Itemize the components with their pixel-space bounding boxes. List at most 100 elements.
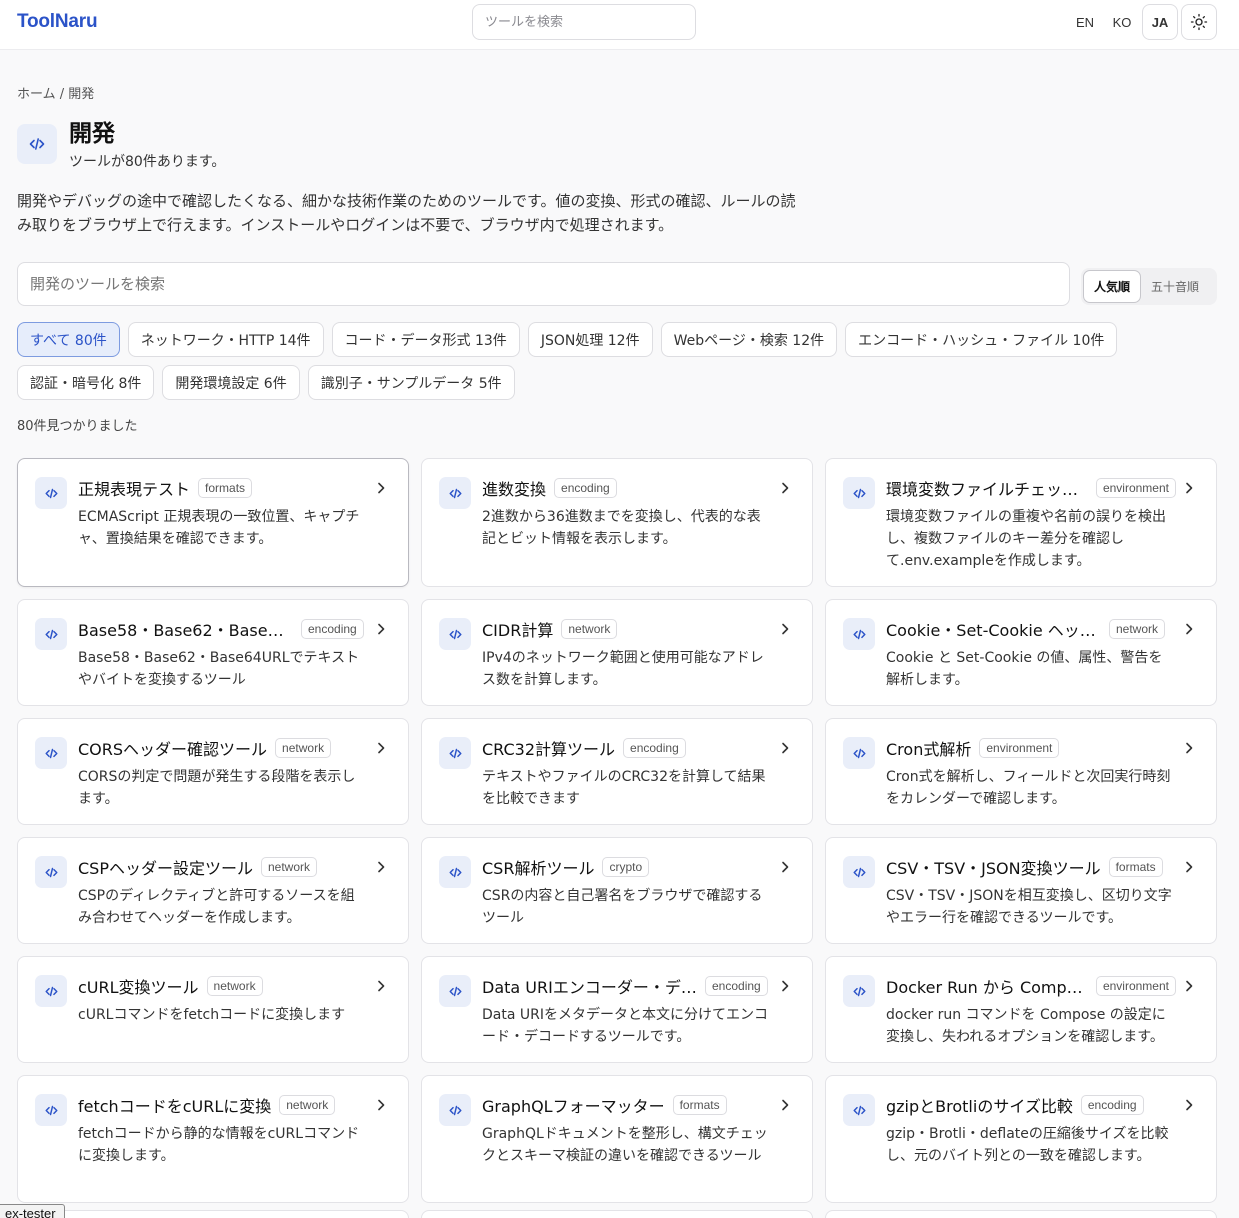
tool-card[interactable]: CRC32計算ツール encoding テキストやファイルのCRC32を計算して結果… [421, 718, 813, 825]
chevron-right-icon [782, 742, 789, 754]
code-icon [448, 1105, 462, 1115]
category-icon [17, 124, 57, 164]
tool-tag: environment [1095, 976, 1176, 996]
filter-chip[interactable]: JSON処理 12件 [527, 322, 653, 357]
tool-icon [35, 618, 67, 650]
tool-tag: encoding [705, 976, 768, 996]
theme-toggle-button[interactable] [1181, 4, 1217, 40]
tool-card-partial[interactable] [825, 1210, 1217, 1218]
tool-card[interactable]: Cookie・Set-Cookie ヘッダ... network Cookie と … [825, 599, 1217, 706]
category-description: 開発やデバッグの途中で確認したくなる、細かな技術作業のためのツールです。値の変換… [17, 192, 796, 234]
tool-card[interactable]: CIDR計算 network IPv4のネットワーク範囲と使用可能なアドレス数を計算… [421, 599, 813, 706]
breadcrumb: ホーム / 開発 [17, 83, 94, 102]
tool-icon [35, 737, 67, 769]
tool-description: Base58・Base62・Base64URLでテキストやバイトを変換するツール [78, 650, 360, 688]
tool-title: 正規表現テスト [78, 480, 191, 499]
tool-title: CSPヘッダー設定ツール [78, 859, 253, 878]
tool-icon [35, 856, 67, 888]
tool-description: CSPのディレクティブと許可するソースを組み合わせてヘッダーを作成します。 [78, 888, 355, 926]
tool-title: Docker Run から Compos... [886, 978, 1088, 997]
tool-card[interactable]: CSR解析ツール crypto CSRの内容と自己署名をブラウザで確認するツール [421, 837, 813, 944]
tool-card[interactable]: cURL変換ツール network cURLコマンドをfetchコードに変換します [17, 956, 409, 1063]
filter-chip[interactable]: Webページ・検索 12件 [660, 322, 838, 357]
chevron-right-icon [378, 980, 385, 992]
code-icon [44, 748, 58, 758]
tool-card[interactable]: Cron式解析 environment Cron式を解析し、フィールドと次回実行時刻… [825, 718, 1217, 825]
chevron-right-icon [1186, 482, 1193, 494]
tool-card[interactable]: GraphQLフォーマッター formats GraphQLドキュメントを整形し、構… [421, 1075, 813, 1203]
tool-card[interactable]: Data URIエンコーダー・デコ... encoding Data URIをメタデ… [421, 956, 813, 1063]
tool-card[interactable]: Base58・Base62・Base64... encoding Base58・Ba… [17, 599, 409, 706]
tool-card-header: CRC32計算ツール encoding [482, 737, 772, 759]
code-icon [44, 867, 58, 877]
tool-card-header: cURL変換ツール network [78, 975, 368, 997]
sort-popular-button[interactable]: 人気順 [1083, 270, 1142, 303]
tool-card[interactable]: CORSヘッダー確認ツール network CORSの判定で問題が発生する段階を表示… [17, 718, 409, 825]
filter-chip[interactable]: すべて 80件 [17, 322, 120, 357]
tool-tag: formats [198, 478, 253, 498]
filter-chip[interactable]: 認証・暗号化 8件 [17, 365, 155, 400]
tool-description: GraphQLドキュメントを整形し、構文チェックとスキーマ検証の違いを確認できる… [482, 1126, 768, 1164]
tool-card[interactable]: 進数変換 encoding 2進数から36進数までを変換し、代表的な表記とビット情報… [421, 458, 813, 587]
filter-chip[interactable]: コード・データ形式 13件 [331, 322, 520, 357]
category-search-input[interactable] [17, 262, 1070, 306]
tool-card[interactable]: gzipとBrotliのサイズ比較 encoding gzip・Brotli・def… [825, 1075, 1217, 1203]
tool-icon [843, 737, 875, 769]
tool-title: CRC32計算ツール [482, 740, 616, 759]
code-icon [852, 748, 866, 758]
site-logo[interactable]: ToolNaru [17, 11, 98, 33]
code-icon [852, 1105, 866, 1115]
tool-tag: network [260, 857, 318, 877]
code-icon [448, 986, 462, 996]
tool-title: Base58・Base62・Base64... [78, 621, 293, 640]
lang-ja-button[interactable]: JA [1142, 4, 1178, 40]
tool-card-partial[interactable] [421, 1210, 813, 1218]
tool-card-header: CSR解析ツール crypto [482, 856, 772, 878]
chevron-right-icon [378, 482, 385, 494]
tool-description: CSV・TSV・JSONを相互変換し、区切り文字やエラー行を確認できるツールです… [886, 888, 1172, 926]
lang-en-button[interactable]: EN [1067, 4, 1103, 40]
filter-chip[interactable]: 開発環境設定 6件 [162, 365, 300, 400]
chevron-right-icon [782, 623, 789, 635]
tool-card[interactable]: 環境変数ファイルチェッカ... environment 環境変数ファイルの重複や名前… [825, 458, 1217, 587]
tool-tag: network [1109, 619, 1166, 639]
sun-icon [1190, 13, 1208, 31]
breadcrumb-home-link[interactable]: ホーム [17, 87, 56, 102]
tool-card-header: Data URIエンコーダー・デコ... encoding [482, 975, 772, 997]
tool-tag: network [561, 619, 618, 639]
global-search-input[interactable] [472, 4, 696, 40]
tool-description: Cookie と Set-Cookie の値、属性、警告を解析します。 [886, 650, 1163, 688]
tool-card-header: gzipとBrotliのサイズ比較 encoding [886, 1094, 1176, 1116]
code-icon [44, 629, 58, 639]
tool-icon [439, 618, 471, 650]
tool-card[interactable]: CSV・TSV・JSON変換ツール formats CSV・TSV・JSONを相互変… [825, 837, 1217, 944]
tool-card[interactable]: Docker Run から Compos... environment docker… [825, 956, 1217, 1063]
code-icon [448, 867, 462, 877]
tool-card-partial[interactable] [17, 1210, 409, 1218]
code-icon [852, 867, 866, 877]
sort-alphabetical-button[interactable]: 五十音順 [1141, 270, 1209, 303]
filter-chip[interactable]: エンコード・ハッシュ・ファイル 10件 [845, 322, 1118, 357]
breadcrumb-separator: / [59, 87, 65, 102]
tool-title: CSR解析ツール [482, 859, 595, 878]
tool-tag: encoding [554, 478, 617, 498]
tool-icon [35, 1094, 67, 1126]
code-icon [29, 138, 45, 150]
tool-title: Cookie・Set-Cookie ヘッダ... [886, 621, 1101, 640]
chevron-right-icon [1186, 1099, 1193, 1111]
tool-card-header: 進数変換 encoding [482, 477, 772, 499]
filter-chip[interactable]: 識別子・サンプルデータ 5件 [307, 365, 515, 400]
tool-card[interactable]: 正規表現テスト formats ECMAScript 正規表現の一致位置、キャプチャ… [17, 458, 409, 587]
code-icon [448, 748, 462, 758]
tool-description: fetchコードから静的な情報をcURLコマンドに変換します。 [78, 1126, 360, 1164]
filter-chip[interactable]: ネットワーク・HTTP 14件 [127, 322, 324, 357]
tool-card-header: Base58・Base62・Base64... encoding [78, 618, 368, 640]
chevron-right-icon [782, 482, 789, 494]
tool-description: Data URIをメタデータと本文に分けてエンコード・デコードするツールです。 [482, 1007, 768, 1045]
tool-tag: network [279, 1095, 336, 1115]
tool-icon [843, 618, 875, 650]
lang-ko-button[interactable]: KO [1104, 4, 1140, 40]
tool-card[interactable]: CSPヘッダー設定ツール network CSPのディレクティブと許可するソースを組… [17, 837, 409, 944]
tool-card[interactable]: fetchコードをcURLに変換 network fetchコードから静的な情報をc… [17, 1075, 409, 1203]
tool-card-header: CIDR計算 network [482, 618, 772, 640]
